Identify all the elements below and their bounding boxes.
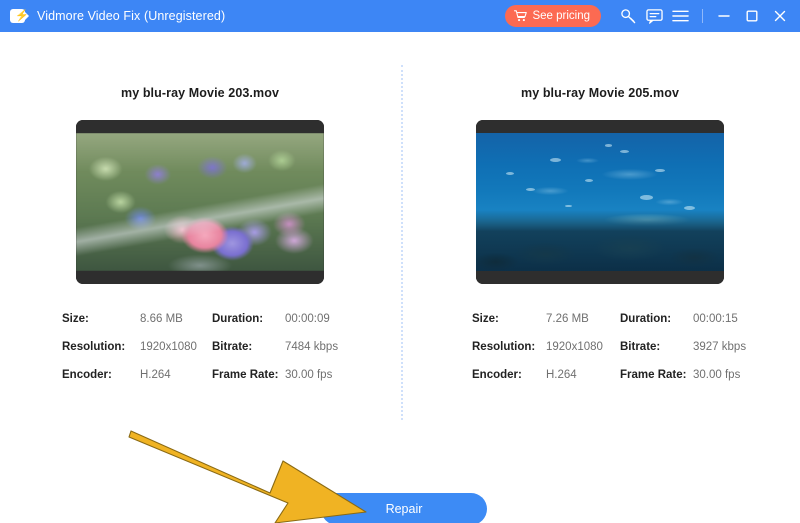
metadata-row: Size: 7.26 MB Duration: 00:00:15: [400, 305, 800, 333]
resolution-value: 1920x1080: [546, 341, 620, 353]
size-label: Size:: [62, 313, 140, 325]
size-value: 8.66 MB: [140, 313, 212, 325]
video-title-right: my blu-ray Movie 205.mov: [400, 86, 800, 100]
metadata-row: Encoder: H.264 Frame Rate: 30.00 fps: [0, 361, 400, 389]
title-bar: ⚡ Vidmore Video Fix (Unregistered) See p…: [0, 0, 800, 32]
shopping-cart-icon: [514, 10, 527, 22]
flower-shop-scene: [76, 133, 324, 271]
metadata-row: Resolution: 1920x1080 Bitrate: 7484 kbps: [0, 333, 400, 361]
feedback-icon[interactable]: [641, 3, 667, 29]
encoder-label: Encoder:: [62, 369, 140, 381]
maximize-button[interactable]: [738, 2, 766, 30]
video-title-left: my blu-ray Movie 203.mov: [0, 86, 400, 100]
bitrate-value: 3927 kbps: [693, 341, 746, 353]
encoder-label: Encoder:: [472, 369, 546, 381]
app-title: Vidmore Video Fix (Unregistered): [37, 9, 225, 23]
letterbox-top: [76, 120, 324, 133]
framerate-label: Frame Rate:: [620, 369, 693, 381]
duration-value: 00:00:09: [285, 313, 330, 325]
bitrate-label: Bitrate:: [212, 341, 285, 353]
size-label: Size:: [472, 313, 546, 325]
see-pricing-button[interactable]: See pricing: [505, 5, 601, 27]
key-icon[interactable]: [615, 3, 641, 29]
duration-value: 00:00:15: [693, 313, 738, 325]
underwater-scene: [476, 133, 724, 271]
video-panel-left: my blu-ray Movie 203.mov Size: 8.66 MB D…: [0, 32, 400, 432]
main-content: my blu-ray Movie 203.mov Size: 8.66 MB D…: [0, 32, 800, 523]
letterbox-bottom: [76, 271, 324, 284]
duration-label: Duration:: [620, 313, 693, 325]
menu-icon[interactable]: [667, 3, 693, 29]
video-panel-right: my blu-ray Movie 205.mov: [400, 32, 800, 432]
resolution-label: Resolution:: [472, 341, 546, 353]
video-thumbnail-right[interactable]: [476, 120, 724, 284]
video-thumbnail-left[interactable]: [76, 120, 324, 284]
bitrate-label: Bitrate:: [620, 341, 693, 353]
titlebar-separator: [702, 9, 703, 23]
encoder-value: H.264: [140, 369, 212, 381]
video-camera-bolt-icon: ⚡: [10, 7, 29, 26]
metadata-row: Size: 8.66 MB Duration: 00:00:09: [0, 305, 400, 333]
bitrate-value: 7484 kbps: [285, 341, 338, 353]
framerate-label: Frame Rate:: [212, 369, 285, 381]
metadata-row: Resolution: 1920x1080 Bitrate: 3927 kbps: [400, 333, 800, 361]
encoder-value: H.264: [546, 369, 620, 381]
size-value: 7.26 MB: [546, 313, 620, 325]
framerate-value: 30.00 fps: [285, 369, 332, 381]
metadata-row: Encoder: H.264 Frame Rate: 30.00 fps: [400, 361, 800, 389]
framerate-value: 30.00 fps: [693, 369, 740, 381]
minimize-button[interactable]: [710, 2, 738, 30]
titlebar-actions: See pricing: [505, 0, 800, 32]
resolution-label: Resolution:: [62, 341, 140, 353]
letterbox-bottom: [476, 271, 724, 284]
duration-label: Duration:: [212, 313, 285, 325]
video-metadata-left: Size: 8.66 MB Duration: 00:00:09 Resolut…: [0, 305, 400, 389]
close-button[interactable]: [766, 2, 794, 30]
repair-button[interactable]: Repair: [321, 493, 487, 523]
resolution-value: 1920x1080: [140, 341, 212, 353]
video-metadata-right: Size: 7.26 MB Duration: 00:00:15 Resolut…: [400, 305, 800, 389]
letterbox-top: [476, 120, 724, 133]
see-pricing-label: See pricing: [532, 10, 590, 22]
